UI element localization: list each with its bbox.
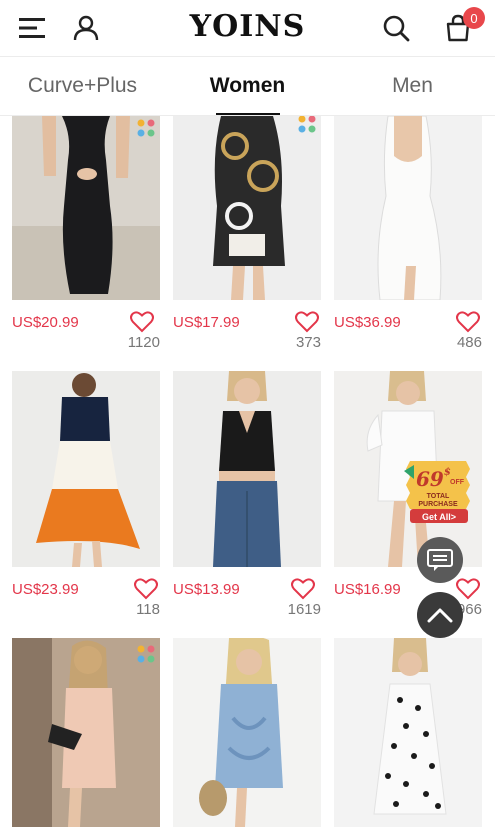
color-options-icon [298,115,316,133]
product-card[interactable]: US$23.99 118 [12,371,160,629]
like-count: 1619 [287,601,321,618]
cart-count-badge: 0 [463,7,485,29]
product-price: US$17.99 [173,314,240,331]
product-image[interactable] [12,116,160,300]
product-image[interactable] [12,371,160,567]
like-count: 373 [295,334,321,351]
product-card[interactable] [173,638,321,827]
wishlist-heart-icon[interactable] [291,578,315,600]
promo-line1: TOTAL [426,493,450,500]
product-image[interactable] [334,638,482,827]
product-price: US$36.99 [334,314,401,331]
like-count: 118 [136,601,160,618]
product-image[interactable] [173,371,321,567]
color-options-icon [137,645,155,663]
like-count: 1120 [127,334,160,351]
wishlist-heart-icon[interactable] [130,311,154,333]
promo-cta[interactable]: Get All> [410,512,468,522]
wishlist-heart-icon[interactable] [134,578,158,600]
category-tabs: Curve+Plus Women Men [0,57,495,116]
promo-off-text: OFF [450,479,464,486]
wishlist-heart-icon[interactable] [456,578,480,600]
top-header: YOINS 0 [0,0,495,57]
tab-men[interactable]: Men [330,57,495,115]
product-price: US$16.99 [334,581,401,598]
like-count: 486 [456,334,482,351]
product-image[interactable] [173,116,321,300]
brand-logo[interactable]: YOINS [0,9,495,44]
color-options-icon [137,119,155,137]
wishlist-heart-icon[interactable] [456,311,480,333]
chevron-up-icon [427,608,453,623]
product-card[interactable]: US$36.99 486 [334,116,482,356]
product-card[interactable] [12,638,160,827]
tab-curve-plus[interactable]: Curve+Plus [0,57,165,115]
product-image[interactable] [173,638,321,827]
product-price: US$23.99 [12,581,79,598]
search-icon[interactable] [378,10,414,46]
product-image[interactable] [12,638,160,827]
product-price: US$20.99 [12,314,79,331]
tab-women[interactable]: Women [165,57,330,115]
product-card[interactable]: US$17.99 373 [173,115,321,356]
product-image[interactable] [334,116,482,300]
customer-service-button[interactable] [417,537,463,583]
wishlist-heart-icon[interactable] [295,311,319,333]
product-card[interactable]: US$20.99 1120 [12,116,160,356]
product-price: US$13.99 [173,581,240,598]
product-card[interactable]: US$13.99 1619 [173,371,321,629]
back-to-top-button[interactable] [417,592,463,638]
product-card[interactable] [334,638,482,827]
chat-icon [427,549,453,571]
promo-amount: 69$ [416,467,451,491]
promo-line2: PURCHASE [418,501,458,508]
promo-coupon-badge[interactable]: 69$ OFF TOTAL PURCHASE Get All> [404,455,472,525]
